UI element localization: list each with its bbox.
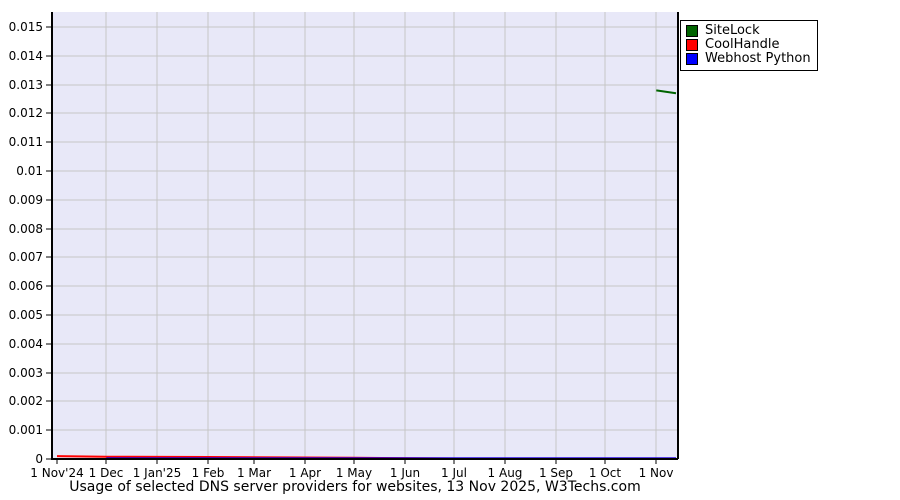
x-tick-label: 1 Aug (488, 466, 523, 480)
y-tick-label: 0.011 (9, 135, 43, 149)
y-tick-label: 0.014 (9, 49, 43, 63)
legend-item: SiteLock (686, 24, 811, 38)
x-tick-label: 1 Dec (89, 466, 124, 480)
y-tick-label: 0.015 (9, 20, 43, 34)
y-tick-label: 0.003 (9, 366, 43, 380)
legend-swatch (686, 25, 698, 37)
legend-label: Webhost Python (705, 52, 811, 66)
chart-title: Usage of selected DNS server providers f… (0, 479, 710, 495)
x-tick-label: 1 Jan'25 (133, 466, 182, 480)
x-tick-label: 1 Feb (192, 466, 225, 480)
chart-canvas: 0 0.001 0.002 0.003 0.004 0.005 0.006 0.007 0.00… (0, 0, 900, 500)
y-tick-label: 0.008 (9, 222, 43, 236)
plot-area (52, 12, 678, 459)
x-tick-label: 1 May (336, 466, 372, 480)
y-tick-label: 0.01 (16, 164, 43, 178)
line-chart: 0 0.001 0.002 0.003 0.004 0.005 0.006 0.007 0.00… (0, 0, 900, 500)
y-tick-label: 0.013 (9, 78, 43, 92)
legend-label: CoolHandle (705, 38, 779, 52)
x-tick-label: 1 Nov'24 (30, 466, 83, 480)
x-tick-label: 1 Jun (390, 466, 420, 480)
legend-label: SiteLock (705, 24, 760, 38)
x-tick-label: 1 Oct (589, 466, 621, 480)
y-tick-label: 0.012 (9, 106, 43, 120)
y-tick-label: 0.007 (9, 250, 43, 264)
y-tick-label: 0 (35, 452, 43, 466)
y-tick-label: 0.005 (9, 308, 43, 322)
y-tick-label: 0.001 (9, 423, 43, 437)
legend: SiteLockCoolHandleWebhost Python (680, 20, 818, 71)
y-tick-label: 0.004 (9, 337, 43, 351)
y-tick-label: 0.006 (9, 279, 43, 293)
x-tick-label: 1 Apr (289, 466, 321, 480)
legend-swatch (686, 39, 698, 51)
legend-item: CoolHandle (686, 38, 811, 52)
legend-item: Webhost Python (686, 52, 811, 66)
y-tick-label: 0.009 (9, 193, 43, 207)
x-tick-label: 1 Mar (237, 466, 271, 480)
x-tick-label: 1 Jul (441, 466, 467, 480)
y-tick-label: 0.002 (9, 394, 43, 408)
x-tick-label: 1 Nov (639, 466, 674, 480)
legend-swatch (686, 53, 698, 65)
x-tick-label: 1 Sep (539, 466, 573, 480)
